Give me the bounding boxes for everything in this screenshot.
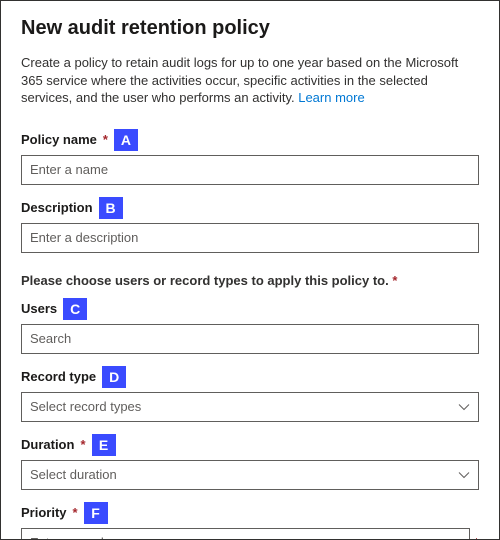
chevron-down-icon (458, 469, 470, 481)
badge-a: A (114, 129, 138, 151)
record-type-select[interactable]: Select record types (21, 392, 479, 422)
badge-c: C (63, 298, 87, 320)
required-mark: * (474, 535, 479, 540)
duration-label: Duration (21, 437, 74, 452)
description-label: Description (21, 200, 93, 215)
section-instruction-text: Please choose users or record types to a… (21, 273, 389, 288)
users-search-input[interactable] (21, 324, 479, 354)
policy-name-label: Policy name (21, 132, 97, 147)
priority-label: Priority (21, 505, 67, 520)
chevron-down-icon (458, 401, 470, 413)
description-label-row: Description B (21, 197, 479, 219)
intro-body: Create a policy to retain audit logs for… (21, 55, 458, 105)
duration-label-row: Duration * E (21, 434, 479, 456)
page-title: New audit retention policy (21, 17, 479, 40)
section-instruction: Please choose users or record types to a… (21, 273, 479, 288)
description-input[interactable] (21, 223, 479, 253)
badge-b: B (99, 197, 123, 219)
duration-select[interactable]: Select duration (21, 460, 479, 490)
badge-d: D (102, 366, 126, 388)
record-type-label: Record type (21, 369, 96, 384)
badge-e: E (92, 434, 116, 456)
required-mark: * (73, 505, 78, 520)
badge-f: F (84, 502, 108, 524)
priority-input-row: * (21, 528, 479, 540)
duration-placeholder: Select duration (30, 467, 117, 482)
policy-name-label-row: Policy name * A (21, 129, 479, 151)
record-type-placeholder: Select record types (30, 399, 141, 414)
policy-name-input[interactable] (21, 155, 479, 185)
users-label-row: Users C (21, 298, 479, 320)
required-mark: * (103, 132, 108, 147)
priority-input[interactable] (21, 528, 470, 540)
priority-label-row: Priority * F (21, 502, 479, 524)
record-type-label-row: Record type D (21, 366, 479, 388)
learn-more-link[interactable]: Learn more (298, 90, 364, 105)
intro-text: Create a policy to retain audit logs for… (21, 54, 479, 107)
required-mark: * (80, 437, 85, 452)
required-mark: * (392, 273, 397, 288)
users-label: Users (21, 301, 57, 316)
new-audit-retention-policy-panel: New audit retention policy Create a poli… (0, 0, 500, 540)
